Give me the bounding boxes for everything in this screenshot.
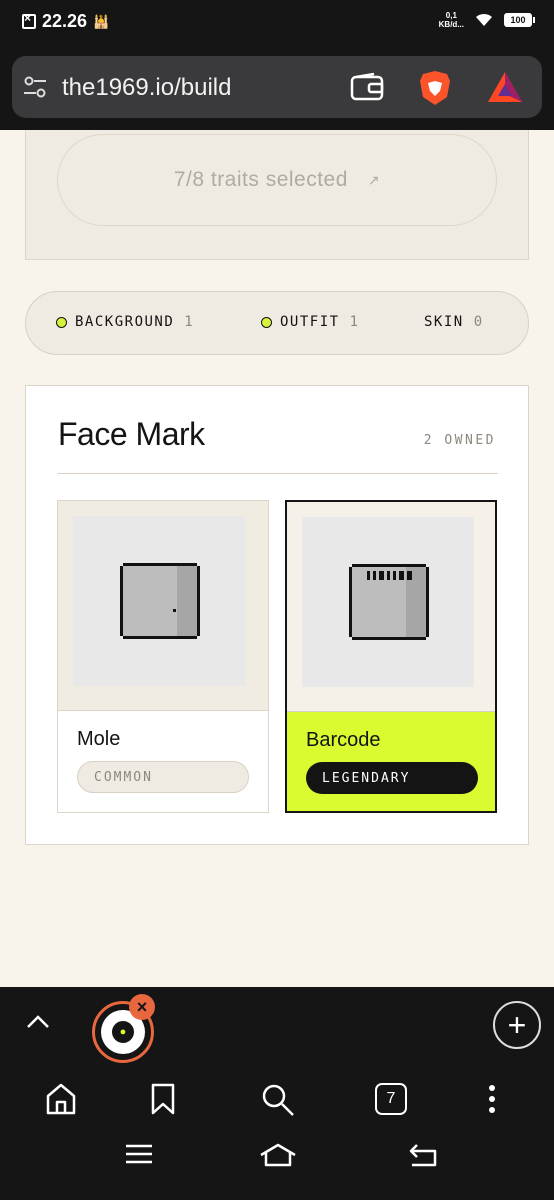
address-bar[interactable]: the1969.io/build	[12, 56, 542, 118]
traits-selected-button[interactable]: 7/8 traits selected ↗	[57, 134, 497, 226]
filter-label: BACKGROUND	[75, 314, 175, 330]
filter-count: 1	[184, 314, 195, 330]
recent-apps-icon[interactable]	[124, 1142, 154, 1171]
wifi-icon	[474, 12, 494, 28]
divider	[58, 473, 498, 474]
traits-selected-label: 7/8 traits selected	[173, 168, 348, 191]
tab-switcher-button[interactable]: 7	[375, 1083, 407, 1115]
brave-shields-icon[interactable]	[418, 69, 452, 112]
status-left: 22.26 🕌	[22, 11, 109, 32]
trait-info: Barcode LEGENDARY	[287, 711, 495, 811]
arrow-up-right-icon: ↗	[367, 171, 381, 188]
more-menu-icon[interactable]	[482, 1082, 502, 1121]
builder-summary-panel: 7/8 traits selected ↗	[25, 130, 529, 260]
filter-background[interactable]: BACKGROUND 1	[56, 314, 194, 330]
site-settings-icon[interactable]	[22, 74, 48, 105]
browser-toolbar: the1969.io/build	[0, 44, 554, 130]
chevron-up-icon[interactable]	[24, 1011, 52, 1036]
battery-icon: 100	[504, 13, 535, 27]
filter-skin[interactable]: SKIN 0	[424, 314, 484, 330]
trait-name: Barcode	[306, 729, 381, 751]
barcode-pixel-art-icon	[302, 517, 474, 687]
bookmark-icon[interactable]	[148, 1082, 178, 1121]
filter-outfit[interactable]: OUTFIT 1	[261, 314, 360, 330]
status-right: 0,1 KB/d... 100	[439, 11, 535, 29]
trait-name: Mole	[77, 728, 121, 750]
trait-category-card: Face Mark 2 OWNED Mole COMMON Barcode LE…	[25, 385, 529, 845]
trait-option-barcode[interactable]: Barcode LEGENDARY	[285, 500, 497, 813]
category-title: Face Mark	[58, 416, 205, 452]
network-speed-value: 0,1	[445, 11, 457, 20]
selected-dot-icon	[56, 316, 67, 328]
back-icon[interactable]	[408, 1142, 438, 1173]
system-home-icon[interactable]	[258, 1142, 298, 1173]
trait-preview	[58, 501, 268, 710]
browser-bottom-bar: ● × + 7	[0, 987, 554, 1200]
network-speed: 0,1 KB/d...	[439, 11, 464, 29]
new-tab-button[interactable]: +	[493, 1001, 541, 1049]
notification-icon	[22, 11, 36, 29]
status-bar: 22.26 🕌 0,1 KB/d... 100	[0, 0, 554, 44]
trait-option-mole[interactable]: Mole COMMON	[57, 500, 269, 813]
search-icon[interactable]	[260, 1082, 296, 1123]
selected-dot-icon	[261, 316, 272, 328]
wallet-icon[interactable]	[350, 72, 384, 107]
bat-rewards-icon[interactable]	[486, 70, 524, 109]
filter-label: OUTFIT	[280, 314, 340, 330]
home-icon[interactable]	[44, 1082, 78, 1121]
trait-info: Mole COMMON	[58, 710, 268, 812]
mole-pixel-art-icon	[73, 516, 245, 686]
owned-count: 2 OWNED	[423, 433, 496, 448]
rarity-badge: LEGENDARY	[306, 762, 478, 794]
network-speed-unit: KB/d...	[438, 20, 464, 29]
url-text[interactable]: the1969.io/build	[62, 74, 231, 102]
mosque-icon: 🕌	[93, 13, 110, 29]
trait-preview	[287, 502, 495, 711]
rarity-badge: COMMON	[77, 761, 249, 793]
filter-count: 1	[349, 314, 360, 330]
filter-label: SKIN	[424, 314, 464, 330]
site-favicon-icon: ●	[112, 1021, 134, 1043]
filter-count: 0	[473, 314, 484, 330]
trait-category-filters: BACKGROUND 1 OUTFIT 1 SKIN 0	[25, 291, 529, 355]
close-icon[interactable]: ×	[129, 994, 155, 1020]
clock: 22.26	[42, 11, 88, 31]
